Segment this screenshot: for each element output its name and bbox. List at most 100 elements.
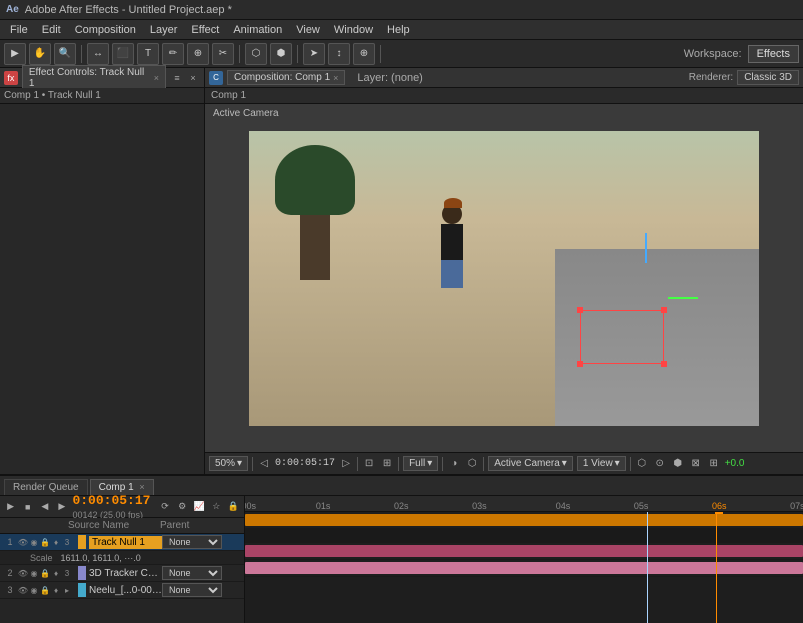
workspace-button[interactable]: Effects	[748, 45, 799, 63]
person-legs	[441, 260, 463, 288]
layer-name-1: Track Null 1	[89, 536, 162, 549]
tool-rect[interactable]: ⬛	[112, 43, 134, 65]
timeline-play-btn[interactable]: ▶	[4, 499, 17, 515]
parent-dropdown-2[interactable]: None	[162, 566, 222, 580]
channel-icon[interactable]: ⊞	[707, 457, 721, 471]
track-sub-1	[245, 529, 803, 543]
layer-shy-icon-3[interactable]: ♦	[51, 585, 61, 595]
tl-lock-btn[interactable]: 🔒	[227, 499, 240, 515]
layer-eye-icon-1[interactable]: 👁	[18, 537, 28, 547]
layer-eye-icon-2[interactable]: 👁	[18, 568, 28, 578]
composition-panel: C Composition: Comp 1 × Layer: (none) Re…	[205, 68, 803, 474]
grid-icon[interactable]: ⊞	[380, 457, 394, 471]
tool-rotate[interactable]: ↔	[87, 43, 109, 65]
menu-composition[interactable]: Composition	[69, 22, 142, 38]
layer-solo-icon-2[interactable]: ◉	[29, 568, 39, 578]
color-icon[interactable]: ⬡	[465, 457, 479, 471]
zoom-button[interactable]: 50% ▾	[209, 456, 248, 471]
viewer-area[interactable]: Active Camera	[205, 104, 803, 452]
timeline-timecode[interactable]: 0:00:05:17	[72, 493, 150, 508]
tl-solo-btn[interactable]: ☆	[210, 499, 223, 515]
menu-layer[interactable]: Layer	[144, 22, 184, 38]
composition-tab[interactable]: Composition: Comp 1 ×	[227, 70, 345, 85]
layer-row-2[interactable]: 2 👁 ◉ 🔒 ♦ 3 3D Tracker Camera None	[0, 565, 244, 582]
tool-shape[interactable]: ⬢	[270, 43, 292, 65]
menu-view[interactable]: View	[290, 22, 326, 38]
layer-solo-icon-1[interactable]: ◉	[29, 537, 39, 547]
track-3	[245, 560, 803, 577]
panel-close-icon[interactable]: ×	[186, 71, 200, 85]
composition-tab-close[interactable]: ×	[333, 73, 338, 83]
tool-pen[interactable]: ✏	[162, 43, 184, 65]
panel-menu-icon[interactable]: ≡	[170, 71, 184, 85]
menu-animation[interactable]: Animation	[227, 22, 288, 38]
layer-collapse-icon-3[interactable]: ▸	[62, 585, 72, 595]
camera-view-dropdown-icon: ▾	[562, 458, 567, 469]
sub-property-value-1: 1611.0, 1611.0, ···.0	[61, 553, 141, 563]
tool-cam[interactable]: ➤	[303, 43, 325, 65]
workspace-area: Workspace: Effects	[684, 45, 799, 63]
parent-col-3: None	[162, 583, 242, 597]
layer-name-2: 3D Tracker Camera	[89, 568, 162, 579]
draft-icon[interactable]: ⊙	[653, 457, 667, 471]
layer-3d-icon-1[interactable]: 3	[62, 537, 72, 547]
menu-edit[interactable]: Edit	[36, 22, 67, 38]
ruler-03s: 03s	[472, 501, 487, 511]
view-count-dropdown-icon: ▾	[615, 458, 620, 469]
tracker-line-left	[580, 310, 581, 364]
tool-zoom[interactable]: 🔍	[54, 43, 76, 65]
tl-settings-btn[interactable]: ⚙	[176, 499, 189, 515]
layer-shy-icon-2[interactable]: ♦	[51, 568, 61, 578]
timeline-prev-btn[interactable]: ◀	[38, 499, 51, 515]
parent-dropdown-1[interactable]: None	[162, 535, 222, 549]
parent-dropdown-3[interactable]: None	[162, 583, 222, 597]
layer-solo-icon-3[interactable]: ◉	[29, 585, 39, 595]
quality-button[interactable]: Full ▾	[403, 456, 438, 471]
layer-row-1[interactable]: 1 👁 ◉ 🔒 ♦ 3 Track Null 1 None	[0, 534, 244, 551]
transparency-icon[interactable]: ⊠	[689, 457, 703, 471]
tool-paint[interactable]: ✂	[212, 43, 234, 65]
render-icon[interactable]: ⬡	[635, 457, 649, 471]
menu-effect[interactable]: Effect	[185, 22, 225, 38]
prev-frame-icon[interactable]: ◁	[257, 457, 271, 471]
tool-select[interactable]: ▶	[4, 43, 26, 65]
tool-text[interactable]: T	[137, 43, 159, 65]
tl-loop-btn[interactable]: ⟳	[158, 499, 171, 515]
menu-window[interactable]: Window	[328, 22, 379, 38]
menu-file[interactable]: File	[4, 22, 34, 38]
tool-null[interactable]: ⊕	[353, 43, 375, 65]
layer-lock-icon-3[interactable]: 🔒	[40, 585, 50, 595]
track-2	[245, 543, 803, 560]
menu-help[interactable]: Help	[381, 22, 416, 38]
tool-light[interactable]: ↕	[328, 43, 350, 65]
timeline-next-btn[interactable]: ▶	[55, 499, 68, 515]
snap-icon[interactable]: ⊡	[362, 457, 376, 471]
viewer-toolbar: 50% ▾ ◁ 0:00:05:17 ▷ ⊡ ⊞ Full ▾ ◑ ⬡ Acti…	[205, 452, 803, 474]
timeline-stop-btn[interactable]: ■	[21, 499, 34, 515]
layer-lock-icon-1[interactable]: 🔒	[40, 537, 50, 547]
comp-tab-close[interactable]: ×	[139, 482, 144, 492]
person-figure	[438, 204, 466, 294]
next-frame-icon[interactable]: ▷	[339, 457, 353, 471]
camera-view-button[interactable]: Active Camera ▾	[488, 456, 573, 471]
track-1	[245, 512, 803, 529]
layer-lock-icon-2[interactable]: 🔒	[40, 568, 50, 578]
tool-hand[interactable]: ✋	[29, 43, 51, 65]
region-icon[interactable]: ⬢	[671, 457, 685, 471]
parent-col-1: None	[162, 535, 242, 549]
exposure-icon[interactable]: ◑	[447, 457, 461, 471]
tl-graph-btn[interactable]: 📈	[193, 499, 206, 515]
renderer-button[interactable]: Classic 3D	[737, 70, 799, 85]
layer-3d-icon-2[interactable]: 3	[62, 568, 72, 578]
track-bar-1	[245, 514, 803, 526]
layer-eye-icon-3[interactable]: 👁	[18, 585, 28, 595]
comp-tab-label: Comp 1	[99, 482, 134, 493]
effect-controls-tab-close[interactable]: ×	[154, 73, 159, 83]
view-count-button[interactable]: 1 View ▾	[577, 456, 626, 471]
timeline-playhead[interactable]	[647, 512, 648, 623]
effect-controls-tab[interactable]: Effect Controls: Track Null 1 ×	[22, 65, 166, 91]
layer-shy-icon-1[interactable]: ♦	[51, 537, 61, 547]
tool-puppet[interactable]: ⬡	[245, 43, 267, 65]
tool-clone[interactable]: ⊕	[187, 43, 209, 65]
layer-row-3[interactable]: 3 👁 ◉ 🔒 ♦ ▸ Neelu_[...0-00283].jpg None	[0, 582, 244, 599]
